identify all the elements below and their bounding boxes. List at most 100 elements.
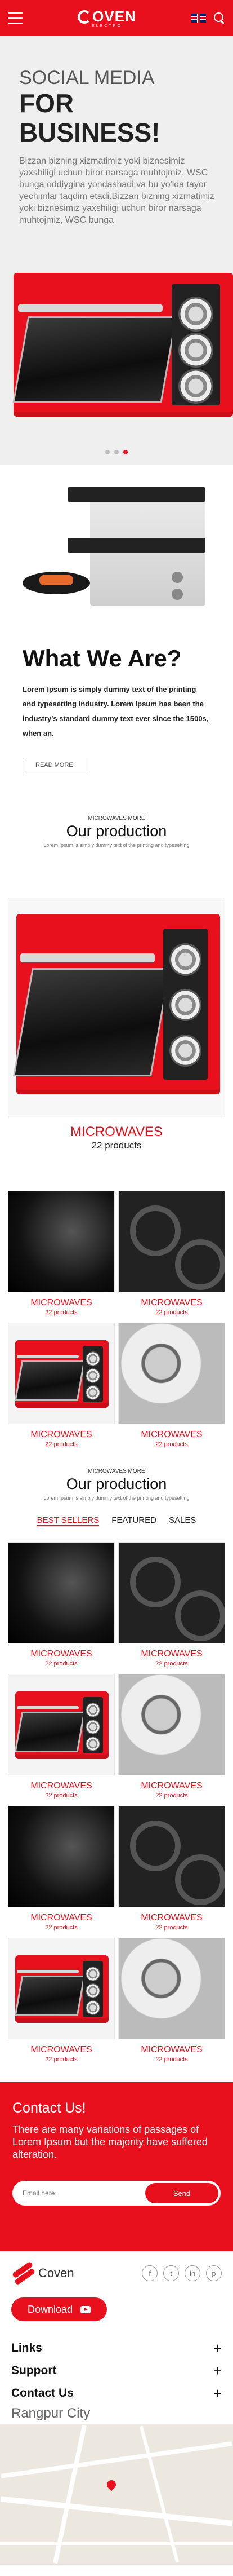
product-title: MICROWAVES	[141, 1430, 203, 1439]
tab-featured[interactable]: FEATURED	[111, 1515, 156, 1526]
product-title: MICROWAVES	[30, 1781, 92, 1791]
linkedin-icon[interactable]: in	[185, 2265, 200, 2281]
plus-icon: +	[213, 2384, 222, 2402]
search-icon[interactable]	[214, 12, 225, 24]
product-image	[8, 1806, 115, 1907]
map-pin-icon[interactable]	[105, 2478, 118, 2491]
product-image	[118, 1806, 225, 1907]
read-more-button[interactable]: READ MORE	[23, 758, 86, 772]
product-image	[8, 1323, 115, 1424]
slider-dot[interactable]	[114, 450, 119, 454]
plus-icon: +	[213, 2362, 222, 2379]
product-image	[118, 1674, 225, 1775]
hero-slider: Social Media For Business! Bizzan biznin…	[0, 36, 233, 465]
social-links: f t in p	[142, 2265, 222, 2281]
twitter-icon[interactable]: t	[163, 2265, 179, 2281]
product-title: MICROWAVES	[141, 1649, 203, 1659]
footer-logo-text: Coven	[38, 2266, 74, 2280]
product-image	[8, 1674, 115, 1775]
logo-c-icon	[78, 10, 92, 24]
plus-icon: +	[213, 2339, 222, 2357]
section-sup: MICROWAVES MORE	[88, 1468, 145, 1474]
contact-section: Contact Us! There are many variations of…	[0, 2082, 233, 2251]
youtube-icon	[80, 2305, 91, 2313]
footer-accordion: Links + Support + Contact Us +	[11, 2337, 222, 2405]
product-image	[118, 1323, 225, 1424]
product-count: 22 products	[155, 1441, 188, 1448]
product-card[interactable]: MICROWAVES 22 products	[8, 1542, 115, 1667]
facebook-icon[interactable]: f	[142, 2265, 158, 2281]
logo-subtext: ELECTRO	[91, 24, 123, 28]
map[interactable]	[0, 2424, 233, 2565]
featured-product-card[interactable]: MICROWAVES 22 products	[8, 898, 225, 1151]
product-card[interactable]: MICROWAVES 22 products	[8, 1191, 115, 1316]
contact-text: There are many variations of passages of…	[12, 2124, 208, 2160]
product-card[interactable]: MICROWAVES 22 products	[8, 1938, 115, 2063]
slider-dot[interactable]	[105, 450, 110, 454]
section-sub: Lorem Ipsum is simply dummy text of the …	[43, 1495, 190, 1501]
uk-flag-icon[interactable]	[191, 14, 206, 23]
product-title: MICROWAVES	[141, 1298, 203, 1307]
top-header: OVEN ELECTRO	[0, 0, 233, 36]
section-title: Our production	[66, 1475, 167, 1492]
product-title: MICROWAVES	[141, 1913, 203, 1923]
footer: Coven f t in p Download Links + Support + …	[0, 2251, 233, 2422]
product-card[interactable]: MICROWAVES 22 products	[118, 1674, 225, 1799]
product-image	[8, 1938, 115, 2039]
footer-logo-mark-icon	[11, 2261, 36, 2286]
menu-icon[interactable]	[8, 12, 23, 24]
product-count: 22 products	[155, 1792, 188, 1799]
product-count: 22 products	[155, 1660, 188, 1667]
accordion-contact[interactable]: Contact Us +	[11, 2382, 222, 2405]
subscribe-form: Send	[12, 2181, 221, 2206]
product-count: 22 products	[45, 1792, 78, 1799]
product-count: 22 products	[155, 1309, 188, 1316]
product-card[interactable]: MICROWAVES 22 products	[118, 1323, 225, 1448]
product-image	[118, 1542, 225, 1643]
product-title: MICROWAVES	[141, 2045, 203, 2054]
city-label: Rangpur City	[11, 2406, 91, 2421]
about-section: What We Are? Lorem Ipsum is simply dummy…	[0, 628, 233, 795]
featured-product-title: MICROWAVES	[70, 1124, 163, 1139]
product-card[interactable]: MICROWAVES 22 products	[8, 1806, 115, 1931]
production-section-2: MICROWAVES MORE Our production Lorem Ips…	[0, 1448, 233, 2063]
product-card[interactable]: MICROWAVES 22 products	[8, 1323, 115, 1448]
grill-image	[0, 465, 233, 628]
product-grid-1: MICROWAVES 22 products MICROWAVES 22 produc…	[8, 1191, 225, 1448]
product-title: MICROWAVES	[141, 1781, 203, 1791]
product-image	[118, 1191, 225, 1292]
download-button[interactable]: Download	[11, 2297, 107, 2321]
logo-text: OVEN	[92, 8, 136, 25]
product-image	[8, 1191, 115, 1292]
accordion-links[interactable]: Links +	[11, 2337, 222, 2360]
product-title: MICROWAVES	[30, 1298, 92, 1307]
product-count: 22 products	[45, 1309, 78, 1316]
product-count: 22 products	[155, 1924, 188, 1931]
production-section-1: MICROWAVES MORE Our production Lorem Ips…	[0, 795, 233, 1448]
product-count: 22 products	[45, 1924, 78, 1931]
hero-text: Bizzan bizning xizmatimiz yoki biznesimi…	[19, 156, 214, 225]
product-count: 22 products	[45, 1660, 78, 1667]
product-card[interactable]: MICROWAVES 22 products	[118, 1542, 225, 1667]
product-title: MICROWAVES	[30, 2045, 92, 2054]
featured-product-image	[8, 898, 225, 1117]
pinterest-icon[interactable]: p	[206, 2265, 222, 2281]
accordion-label: Support	[11, 2364, 57, 2377]
slider-dot-active[interactable]	[123, 450, 128, 454]
email-input[interactable]	[23, 2189, 135, 2197]
product-card[interactable]: MICROWAVES 22 products	[118, 1191, 225, 1316]
send-button[interactable]: Send	[145, 2183, 218, 2203]
brand-logo[interactable]: OVEN ELECTRO	[78, 8, 136, 28]
about-text: Lorem Ipsum is simply dummy text of the …	[23, 685, 209, 737]
section-sub: Lorem Ipsum is simply dummy text of the …	[43, 842, 190, 848]
product-card[interactable]: MICROWAVES 22 products	[118, 1938, 225, 2063]
tab-best-sellers[interactable]: BEST SELLERS	[37, 1515, 100, 1526]
tab-sales[interactable]: SALES	[169, 1515, 196, 1526]
product-grid-2: MICROWAVES 22 products MICROWAVES 22 produc…	[8, 1542, 225, 2063]
product-card[interactable]: MICROWAVES 22 products	[118, 1806, 225, 1931]
product-title: MICROWAVES	[30, 1649, 92, 1659]
accordion-support[interactable]: Support +	[11, 2360, 222, 2382]
footer-logo[interactable]: Coven	[11, 2261, 74, 2286]
product-title: MICROWAVES	[30, 1430, 92, 1439]
product-card[interactable]: MICROWAVES 22 products	[8, 1674, 115, 1799]
